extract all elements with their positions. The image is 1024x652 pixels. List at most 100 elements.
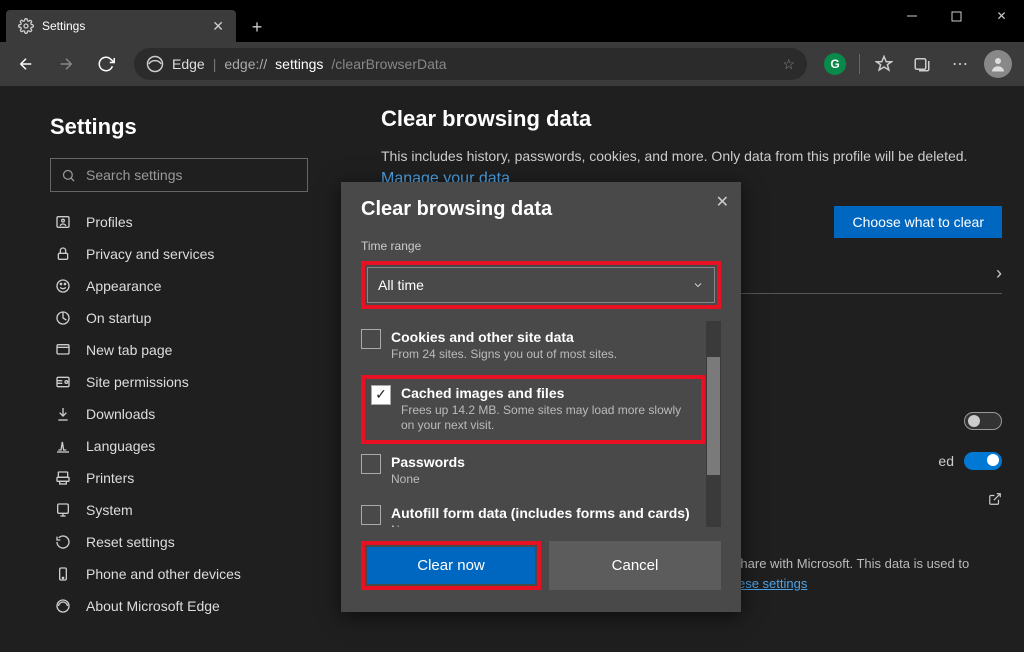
toolbar-divider: [859, 54, 860, 74]
nav-icon: [54, 565, 72, 583]
nav-label: Printers: [86, 470, 134, 486]
nav-icon: [54, 245, 72, 263]
clear-item-0[interactable]: Cookies and other site dataFrom 24 sites…: [361, 321, 705, 373]
back-button[interactable]: [8, 46, 44, 82]
scrollbar-thumb[interactable]: [707, 357, 720, 475]
cancel-button[interactable]: Cancel: [549, 541, 721, 590]
close-window-button[interactable]: ✕: [979, 0, 1024, 32]
sidebar-item-system[interactable]: System: [50, 494, 309, 526]
refresh-button[interactable]: [88, 46, 124, 82]
clear-item-sub: Frees up 14.2 MB. Some sites may load mo…: [401, 403, 695, 434]
clear-item-2[interactable]: PasswordsNone: [361, 446, 705, 498]
gear-icon: [18, 18, 34, 34]
nav-label: Reset settings: [86, 534, 175, 550]
sidebar-item-profiles[interactable]: Profiles: [50, 206, 309, 238]
search-placeholder: Search settings: [86, 167, 183, 183]
nav-icon: [54, 501, 72, 519]
browser-toolbar: Edge | edge://settings/clearBrowserData …: [0, 42, 1024, 86]
checkbox[interactable]: ✓: [371, 385, 391, 405]
sidebar-item-downloads[interactable]: Downloads: [50, 398, 309, 430]
maximize-button[interactable]: [934, 0, 979, 32]
collections-button[interactable]: [904, 46, 940, 82]
checkbox[interactable]: [361, 454, 381, 474]
sidebar-item-appearance[interactable]: Appearance: [50, 270, 309, 302]
sidebar-item-privacy-and-services[interactable]: Privacy and services: [50, 238, 309, 270]
address-bar[interactable]: Edge | edge://settings/clearBrowserData …: [134, 48, 807, 80]
search-settings-input[interactable]: Search settings: [50, 158, 308, 192]
nav-icon: [54, 405, 72, 423]
clear-item-title: Cookies and other site data: [391, 329, 617, 345]
clear-item-title: Cached images and files: [401, 385, 695, 401]
nav-label: Languages: [86, 438, 155, 454]
titlebar: [0, 0, 1024, 8]
nav-icon: [54, 373, 72, 391]
clear-item-title: Passwords: [391, 454, 465, 470]
address-sep: |: [213, 56, 217, 72]
extension-grammarly-icon[interactable]: G: [817, 46, 853, 82]
clear-now-highlight: Clear now: [361, 541, 541, 590]
page-description: This includes history, passwords, cookie…: [381, 148, 1002, 164]
favorites-button[interactable]: [866, 46, 902, 82]
menu-button[interactable]: ⋯: [942, 46, 978, 82]
forward-button[interactable]: [48, 46, 84, 82]
clear-item-3[interactable]: Autofill form data (includes forms and c…: [361, 497, 705, 527]
profile-avatar[interactable]: [980, 46, 1016, 82]
url-path2: /clearBrowserData: [331, 56, 446, 72]
clear-item-title: Autofill form data (includes forms and c…: [391, 505, 690, 521]
tab-strip: Settings ✕ +: [0, 8, 1024, 42]
checkbox[interactable]: [361, 329, 381, 349]
page-title: Clear browsing data: [381, 106, 1002, 132]
time-range-value: All time: [378, 277, 424, 293]
nav-label: New tab page: [86, 342, 172, 358]
chevron-right-icon: ›: [996, 263, 1002, 284]
minimize-button[interactable]: [889, 0, 934, 32]
toggle-off[interactable]: [964, 412, 1002, 430]
nav-icon: [54, 213, 72, 231]
nav-icon: [54, 533, 72, 551]
sidebar-item-phone-and-other-devices[interactable]: Phone and other devices: [50, 558, 309, 590]
time-range-highlight: All time: [361, 261, 721, 309]
choose-what-to-clear-button[interactable]: Choose what to clear: [834, 206, 1002, 238]
time-range-select[interactable]: All time: [367, 267, 715, 303]
nav-icon: [54, 597, 72, 615]
tab-label: Settings: [42, 19, 204, 33]
toggle-on[interactable]: [964, 452, 1002, 470]
external-link-icon[interactable]: [988, 492, 1002, 506]
nav-icon: [54, 277, 72, 295]
nav-label: On startup: [86, 310, 151, 326]
clear-now-button[interactable]: Clear now: [367, 547, 535, 584]
settings-heading: Settings: [50, 114, 309, 140]
nav-label: Profiles: [86, 214, 133, 230]
nav-label: Privacy and services: [86, 246, 214, 262]
clear-item-sub: None: [391, 523, 690, 527]
sidebar-item-printers[interactable]: Printers: [50, 462, 309, 494]
clear-item-1[interactable]: ✓ Cached images and files Frees up 14.2 MB…: [361, 375, 705, 444]
nav-label: Appearance: [86, 278, 162, 294]
favorite-icon[interactable]: ☆: [782, 56, 795, 73]
sidebar-item-on-startup[interactable]: On startup: [50, 302, 309, 334]
sidebar-item-languages[interactable]: Languages: [50, 430, 309, 462]
clear-browsing-data-dialog: ✕ Clear browsing data Time range All tim…: [341, 182, 741, 612]
nav-icon: [54, 437, 72, 455]
settings-sidebar: Settings Search settings Profiles Privacy…: [0, 86, 345, 652]
new-tab-button[interactable]: +: [242, 12, 272, 42]
nav-label: Downloads: [86, 406, 155, 422]
checkbox[interactable]: [361, 505, 381, 525]
sidebar-item-about-microsoft-edge[interactable]: About Microsoft Edge: [50, 590, 309, 622]
close-tab-button[interactable]: ✕: [212, 18, 224, 35]
nav-label: System: [86, 502, 133, 518]
close-dialog-button[interactable]: ✕: [716, 192, 729, 212]
search-icon: [61, 168, 76, 183]
dialog-title: Clear browsing data: [361, 198, 721, 221]
time-range-label: Time range: [361, 239, 721, 253]
sidebar-item-site-permissions[interactable]: Site permissions: [50, 366, 309, 398]
nav-label: Site permissions: [86, 374, 189, 390]
tab-settings[interactable]: Settings ✕: [6, 10, 236, 42]
nav-icon: [54, 309, 72, 327]
sidebar-item-reset-settings[interactable]: Reset settings: [50, 526, 309, 558]
toggle-label-partial: ed: [938, 453, 954, 469]
sidebar-item-new-tab-page[interactable]: New tab page: [50, 334, 309, 366]
scrollbar[interactable]: [706, 321, 721, 527]
nav-label: Phone and other devices: [86, 566, 241, 582]
window-controls: ✕: [889, 0, 1024, 32]
